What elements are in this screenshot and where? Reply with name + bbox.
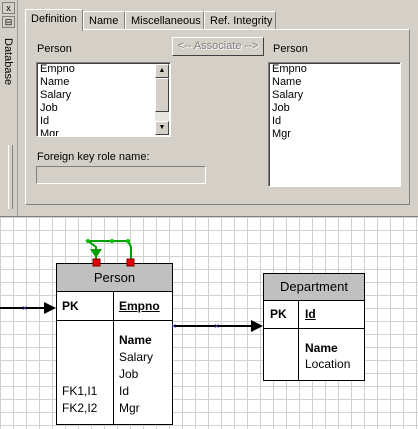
department-title: Department — [264, 274, 364, 301]
right-list-item[interactable]: Id — [269, 115, 400, 128]
fk-role-name-field[interactable] — [36, 166, 206, 184]
department-attribute: Location — [305, 357, 351, 371]
department-entity[interactable]: Department PK Id Name Location — [263, 273, 365, 381]
dock-title: Database Properties — [2, 38, 14, 86]
left-list-item[interactable]: Job — [37, 102, 170, 115]
right-list-item[interactable]: Name — [269, 76, 400, 89]
associate-button[interactable]: <-- Associate --> — [172, 37, 264, 56]
tab-miscellaneous[interactable]: Miscellaneous — [125, 11, 204, 29]
tab-ref-integrity[interactable]: Ref. Integrity — [204, 11, 276, 29]
left-list-item[interactable]: Id — [37, 115, 170, 128]
scroll-down-icon[interactable]: ▼ — [155, 121, 169, 135]
left-list-item[interactable]: Mgr — [37, 128, 170, 136]
right-list-item[interactable]: Empno — [269, 63, 400, 76]
scroll-thumb[interactable] — [155, 78, 169, 112]
scroll-up-icon[interactable]: ▲ — [155, 64, 169, 78]
department-pk-attr: Id — [305, 307, 316, 321]
tab-definition[interactable]: Definition — [25, 9, 83, 31]
person-attribute: Id — [119, 384, 130, 398]
dock-grip[interactable] — [8, 145, 13, 209]
restore-icon[interactable]: ⊟ — [2, 16, 15, 28]
left-column-list[interactable]: Empno Name Salary Job Id Mgr ▲ ▼ — [36, 62, 171, 137]
right-table-label: Person — [273, 43, 308, 55]
diagram-canvas[interactable]: Person PK Empno Name Salary Job FK1,I1 Id FK2… — [0, 217, 418, 429]
person-pk-label: PK — [62, 299, 79, 313]
department-attribute: Name — [305, 341, 338, 355]
person-pk-attr: Empno — [119, 299, 160, 313]
person-attribute: Job — [119, 367, 139, 381]
department-pk-label: PK — [270, 307, 287, 321]
person-key-label: FK2,I2 — [62, 401, 98, 415]
person-title: Person — [57, 264, 172, 292]
close-icon[interactable]: x — [2, 2, 15, 14]
person-attribute: Name — [119, 333, 152, 347]
left-list-item[interactable]: Salary — [37, 89, 170, 102]
left-list-item[interactable]: Name — [37, 76, 170, 89]
person-entity[interactable]: Person PK Empno Name Salary Job FK1,I1 Id FK2… — [56, 263, 173, 425]
left-table-label: Person — [37, 43, 72, 55]
person-attribute: Mgr — [119, 401, 140, 415]
left-list-item[interactable]: Empno — [37, 63, 170, 76]
right-list-item[interactable]: Job — [269, 102, 400, 115]
right-list-item[interactable]: Salary — [269, 89, 400, 102]
dock-side-bar: x ⊟ Database Properties — [0, 0, 18, 216]
left-list-scrollbar[interactable]: ▲ ▼ — [155, 64, 169, 135]
person-attribute: Salary — [119, 350, 154, 364]
person-key-label: FK1,I1 — [62, 384, 98, 398]
properties-dock: x ⊟ Database Properties Definition Name … — [0, 0, 418, 217]
right-list-item[interactable]: Mgr — [269, 128, 400, 141]
right-column-list[interactable]: Empno Name Salary Job Id Mgr — [268, 62, 401, 187]
tab-name[interactable]: Name — [83, 11, 125, 29]
fk-role-label: Foreign key role name: — [37, 151, 150, 163]
